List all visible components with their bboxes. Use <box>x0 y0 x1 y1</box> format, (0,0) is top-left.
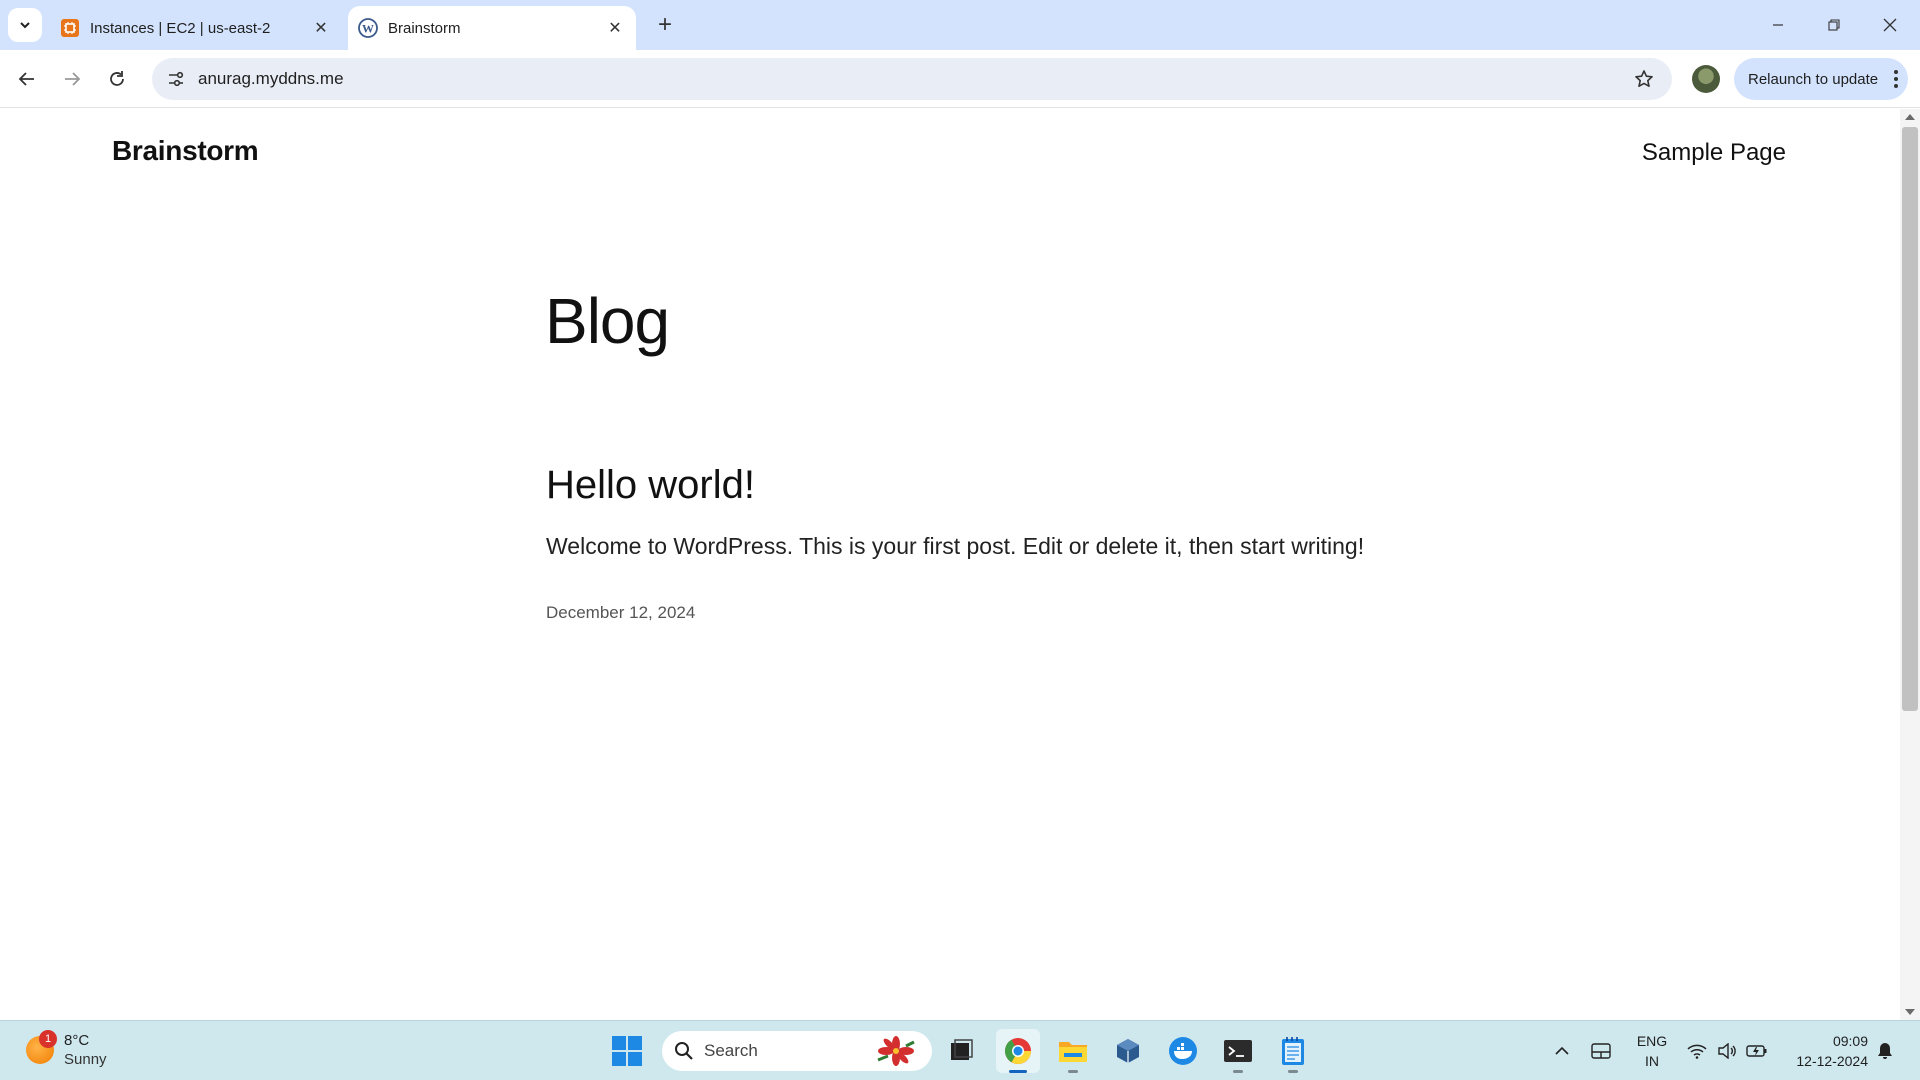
browser-toolbar: anurag.myddns.me Relaunch to update <box>0 50 1920 108</box>
wifi-icon <box>1687 1044 1707 1059</box>
page-scrollbar[interactable] <box>1900 109 1920 1020</box>
chrome-icon <box>1005 1038 1031 1064</box>
scrollbar-thumb[interactable] <box>1902 127 1918 711</box>
restore-icon <box>1828 19 1840 31</box>
taskbar-app-terminal[interactable] <box>1216 1029 1260 1073</box>
sun-icon: 1 <box>26 1030 57 1064</box>
post-title[interactable]: Hello world! <box>546 463 755 508</box>
network-button[interactable] <box>1683 1031 1711 1071</box>
svg-text:W: W <box>362 22 374 36</box>
close-window-button[interactable] <box>1862 0 1918 50</box>
tab-ec2-instances[interactable]: Instances | EC2 | us-east-2 ✕ <box>50 6 342 50</box>
tab-strip: Instances | EC2 | us-east-2 ✕ W Brainsto… <box>0 0 1920 50</box>
docker-icon <box>1169 1037 1197 1065</box>
chevron-up-icon <box>1555 1046 1569 1055</box>
nav-link-sample-page[interactable]: Sample Page <box>1642 139 1786 167</box>
terminal-icon <box>1224 1040 1252 1062</box>
language-indicator[interactable]: ENG IN <box>1634 1031 1670 1071</box>
taskbar-app-virtualbox[interactable] <box>1106 1029 1150 1073</box>
close-tab-icon[interactable]: ✕ <box>308 15 334 41</box>
virtualbox-icon <box>1117 1039 1139 1063</box>
search-placeholder: Search <box>704 1041 758 1060</box>
volume-button[interactable] <box>1713 1031 1741 1071</box>
taskbar-app-notepad[interactable] <box>1271 1029 1315 1073</box>
taskbar-app-file-explorer[interactable] <box>1051 1029 1095 1073</box>
keyboard-icon <box>1591 1043 1611 1059</box>
wordpress-icon: W <box>358 18 378 38</box>
weather-widget[interactable]: 1 8°C Sunny <box>26 1030 107 1069</box>
close-tab-icon[interactable]: ✕ <box>602 15 628 41</box>
post-excerpt: Welcome to WordPress. This is your first… <box>546 533 1365 559</box>
scroll-up-icon[interactable] <box>1905 114 1915 120</box>
poinsettia-icon <box>874 1036 918 1066</box>
back-button[interactable] <box>10 62 44 96</box>
start-button[interactable] <box>612 1036 642 1066</box>
task-view-button[interactable] <box>939 1029 983 1073</box>
new-tab-button[interactable]: + <box>650 10 680 40</box>
arrow-left-icon <box>18 72 34 86</box>
bell-icon <box>1878 1043 1892 1059</box>
folder-icon <box>1059 1042 1087 1062</box>
tab-brainstorm[interactable]: W Brainstorm ✕ <box>348 6 636 50</box>
taskbar-app-docker[interactable] <box>1161 1029 1205 1073</box>
search-icon <box>675 1042 693 1060</box>
notification-badge: 1 <box>39 1030 57 1048</box>
restore-button[interactable] <box>1806 0 1862 50</box>
chevron-down-icon <box>20 22 30 29</box>
weather-temperature: 8°C <box>64 1032 90 1049</box>
tab-search-button[interactable] <box>8 8 42 42</box>
notifications-button[interactable] <box>1872 1031 1898 1071</box>
relaunch-button[interactable]: Relaunch to update <box>1734 58 1908 100</box>
reload-icon <box>110 71 124 86</box>
relaunch-label: Relaunch to update <box>1748 70 1879 88</box>
taskbar-search[interactable]: Search <box>662 1031 932 1071</box>
language-code: ENG <box>1636 1033 1668 1049</box>
task-view-icon <box>951 1039 973 1060</box>
aws-ec2-icon <box>60 18 80 38</box>
more-vertical-icon[interactable] <box>1894 70 1898 88</box>
page-title: Blog <box>545 285 670 357</box>
battery-charging-icon <box>1746 1045 1767 1057</box>
notepad-icon <box>1282 1037 1304 1065</box>
bookmark-star-icon[interactable] <box>1624 58 1664 100</box>
region-code: IN <box>1645 1053 1659 1069</box>
taskbar-app-chrome[interactable] <box>996 1029 1040 1073</box>
forward-button[interactable] <box>55 62 89 96</box>
speaker-icon <box>1718 1043 1736 1059</box>
taskbar: 1 8°C Sunny Search ENG IN 09:09 12-12-20… <box>0 1020 1920 1080</box>
tablet-mode-button[interactable] <box>1587 1031 1615 1071</box>
battery-button[interactable] <box>1743 1031 1771 1071</box>
post-date[interactable]: December 12, 2024 <box>546 603 695 623</box>
weather-condition: Sunny <box>64 1051 107 1068</box>
site-title[interactable]: Brainstorm <box>112 135 259 167</box>
reload-button[interactable] <box>100 62 134 96</box>
tab-title: Instances | EC2 | us-east-2 <box>90 19 271 37</box>
scroll-down-icon[interactable] <box>1905 1009 1915 1015</box>
arrow-right-icon <box>65 72 81 86</box>
profile-avatar[interactable] <box>1692 65 1720 93</box>
minimize-button[interactable] <box>1750 0 1806 50</box>
close-icon <box>1883 18 1897 32</box>
clock-date: 12-12-2024 <box>1796 1053 1868 1069</box>
web-page: Brainstorm Sample Page Blog Hello world!… <box>0 109 1900 1020</box>
system-clock[interactable]: 09:09 12-12-2024 <box>1780 1031 1868 1071</box>
site-info-icon[interactable] <box>156 58 196 100</box>
minimize-icon <box>1773 24 1783 26</box>
url-text[interactable]: anurag.myddns.me <box>198 69 1624 89</box>
clock-time: 09:09 <box>1832 1033 1868 1049</box>
address-bar[interactable]: anurag.myddns.me <box>152 58 1672 100</box>
show-hidden-icons-button[interactable] <box>1549 1031 1575 1071</box>
tab-title: Brainstorm <box>388 19 461 37</box>
